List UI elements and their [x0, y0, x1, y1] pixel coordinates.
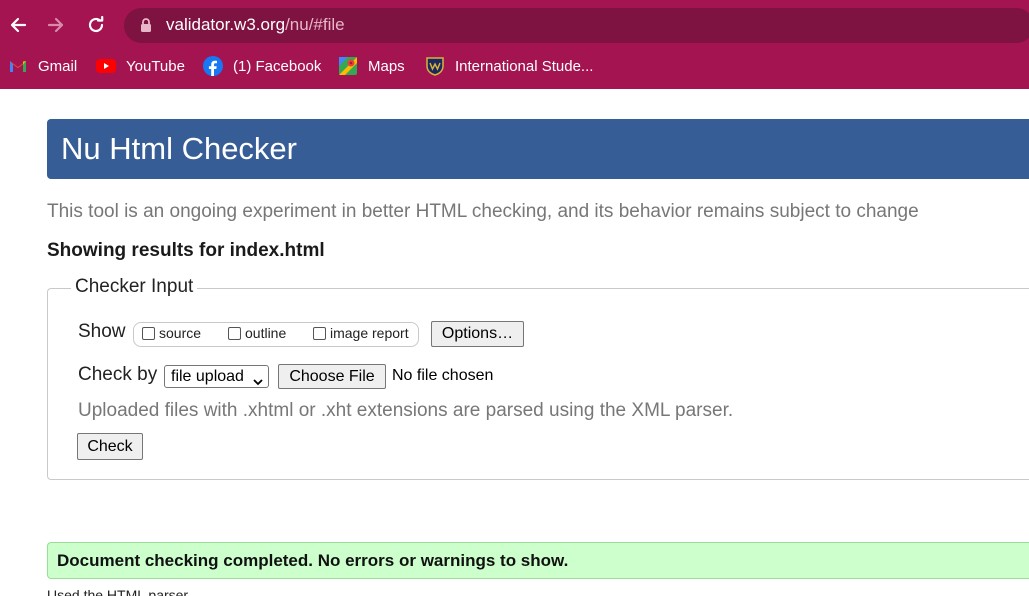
shield-icon [425, 56, 445, 76]
check-by-value: file upload [171, 368, 244, 385]
show-label: Show [78, 321, 126, 342]
show-options-group: source outline image report [133, 322, 419, 347]
checkbox-label: image report [330, 325, 409, 341]
show-outline-option[interactable]: outline [228, 325, 286, 341]
bookmark-gmail[interactable]: Gmail [8, 52, 77, 80]
parser-note: Used the HTML parser. [47, 587, 192, 596]
url-path: /nu/#file [285, 15, 345, 34]
checker-input-legend: Checker Input [71, 276, 198, 298]
image-report-checkbox[interactable] [313, 326, 326, 340]
url-text: validator.w3.org/nu/#file [166, 15, 345, 35]
gmail-icon [8, 56, 28, 76]
outline-checkbox[interactable] [228, 326, 241, 340]
check-button[interactable]: Check [77, 433, 143, 460]
arrow-right-icon [47, 17, 64, 33]
bookmark-youtube[interactable]: YouTube [96, 52, 185, 80]
reload-button[interactable] [81, 10, 111, 40]
choose-file-button[interactable]: Choose File [278, 364, 386, 389]
page-header: Nu Html Checker [47, 119, 1029, 179]
upload-hint: Uploaded files with .xhtml or .xht exten… [78, 400, 734, 421]
facebook-icon [203, 56, 223, 76]
checkbox-label: outline [245, 325, 287, 341]
bookmark-label: Maps [368, 57, 405, 75]
browser-chrome: validator.w3.org/nu/#file Gmail YouTube … [0, 0, 1029, 89]
address-bar[interactable]: validator.w3.org/nu/#file [124, 8, 1029, 43]
check-by-label: Check by [78, 364, 158, 385]
bookmark-label: International Stude... [455, 57, 594, 75]
bookmark-facebook[interactable]: (1) Facebook [203, 52, 321, 80]
reload-icon [88, 16, 104, 33]
maps-icon [338, 56, 358, 76]
show-source-option[interactable]: source [142, 325, 201, 341]
bookmark-label: Gmail [38, 57, 78, 75]
bookmark-international[interactable]: International Stude... [425, 52, 593, 80]
bookmarks-bar: Gmail YouTube (1) Facebook Maps Internat… [0, 52, 1029, 80]
success-message-box: Document checking completed. No errors o… [47, 542, 1029, 579]
arrow-left-icon [10, 17, 27, 33]
bookmark-maps[interactable]: Maps [338, 52, 405, 80]
options-button[interactable]: Options… [431, 321, 524, 347]
bookmark-label: (1) Facebook [233, 57, 322, 75]
checkbox-label: source [159, 325, 202, 341]
results-heading: Showing results for index.html [47, 240, 325, 261]
bookmark-label: YouTube [126, 57, 185, 75]
success-message: Document checking completed. No errors o… [57, 551, 569, 570]
source-checkbox[interactable] [142, 326, 155, 340]
page-subtitle: This tool is an ongoing experiment in be… [47, 201, 919, 222]
lock-icon [140, 18, 152, 37]
chevron-down-icon [253, 373, 263, 391]
show-image-report-option[interactable]: image report [313, 325, 409, 341]
back-button[interactable] [3, 10, 33, 40]
file-status: No file chosen [392, 367, 494, 384]
page-title: Nu Html Checker [61, 131, 297, 166]
check-by-select[interactable]: file upload [164, 365, 269, 388]
youtube-icon [96, 56, 116, 76]
url-host: validator.w3.org [166, 15, 286, 34]
forward-button[interactable] [41, 10, 71, 40]
